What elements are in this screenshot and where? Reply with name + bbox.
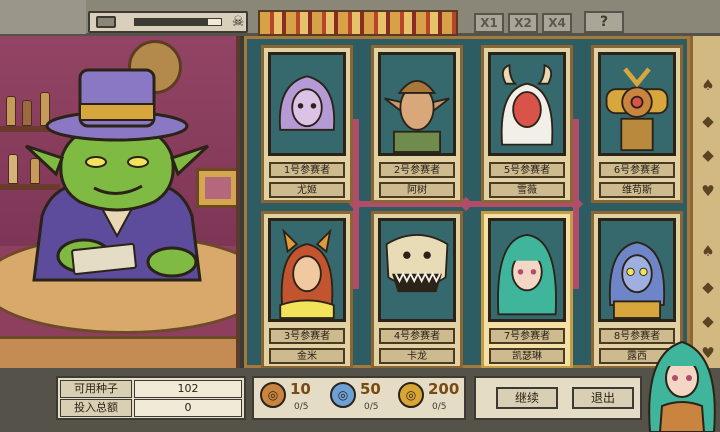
bronze-chip-icon: ◎ [260,382,286,408]
bet-row: 投入总额 0 [60,399,242,417]
chip-200-button[interactable]: ◎ 200 0/5 [396,380,464,416]
chip-10-button[interactable]: ◎ 10 0/5 [258,380,326,416]
gold-chip-icon: ◎ [398,382,424,408]
diamond-icon: ◆ [702,146,714,164]
portrait-green-hair-girl [488,218,566,322]
contestant-card[interactable]: 1号参赛者 尤姬 [261,45,353,203]
contestant-card[interactable]: 4号参赛者 卡龙 [371,211,463,369]
chip-value: 10 [290,380,311,398]
diamond-icon: ◆ [702,112,714,130]
contestant-number: 3号参赛者 [269,328,345,344]
contestant-number: 1号参赛者 [269,162,345,178]
portrait-skeleton-dragon [378,218,456,322]
portrait-eye-robot [598,52,676,156]
diamond-icon: ◆ [702,278,714,296]
player-avatar [648,340,716,432]
chip-value: 200 [428,380,460,398]
contestant-name: 尤姬 [269,182,345,198]
speed-x1-button[interactable]: X1 [474,13,504,33]
top-left-strip [0,0,86,34]
contestant-name: 凯瑟琳 [489,348,565,364]
contestant-number: 4号参赛者 [379,328,455,344]
chip-count: 0/5 [294,402,309,412]
continue-button[interactable]: 继续 [496,387,558,409]
chip-value: 50 [360,380,381,398]
top-bar: ☠ X1 X2 X4 ? [0,0,720,36]
speed-x2-button[interactable]: X2 [508,13,538,33]
bottle-icon [8,154,18,184]
chip-count: 0/5 [432,402,447,412]
progress-bar [134,18,222,26]
exit-button[interactable]: 退出 [572,387,634,409]
portrait-medusa [268,52,346,156]
table-base [0,336,236,368]
stats-panel: 可用种子 102 投入总额 0 [56,376,246,420]
contestant-card[interactable]: 6号参赛者 维苟斯 [591,45,683,203]
blue-chip-icon: ◎ [330,382,356,408]
seeds-row: 可用种子 102 [60,380,242,398]
contestant-number: 5号参赛者 [489,162,565,178]
spade-icon: ♠ [701,76,715,94]
contestant-name: 维苟斯 [599,182,675,198]
contestant-card[interactable]: 5号参赛者 雪薇 [481,45,573,203]
heart-icon: ♥ [701,182,715,200]
contestant-number: 6号参赛者 [599,162,675,178]
banner-ornament [258,10,458,36]
menu-icon[interactable] [96,16,116,28]
portrait-blue-alien [598,218,676,322]
spade-icon: ♠ [701,242,715,260]
skull-icon[interactable]: ☠ [228,14,248,30]
speed-x4-button[interactable]: X4 [542,13,572,33]
bottle-icon [6,96,16,126]
portrait-elf [378,52,456,156]
bet-label: 投入总额 [60,399,132,417]
contestant-number: 2号参赛者 [379,162,455,178]
tournament-board: 1号参赛者 尤姬 2号参赛者 阿树 5号参赛者 雪薇 6号参赛者 维苟斯 3号参… [244,36,690,369]
progress-fill [135,19,209,25]
contestant-card[interactable]: 2号参赛者 阿树 [371,45,463,203]
progress-panel [88,11,248,33]
dealer-scene [0,36,240,368]
portrait-horned-girl [488,52,566,156]
contestant-name: 卡龙 [379,348,455,364]
contestant-name: 雪薇 [489,182,565,198]
contestant-card[interactable]: 3号参赛者 金米 [261,211,353,369]
diamond-icon: ◆ [702,312,714,330]
chips-panel: ◎ 10 0/5 ◎ 50 0/5 ◎ 200 0/5 [252,376,466,420]
suit-strip: ♠ ◆ ◆ ♥ ♠ ◆ ◆ ♥ [690,36,720,368]
seeds-value: 102 [134,380,242,398]
contestant-number: 7号参赛者 [489,328,565,344]
contestant-name: 阿树 [379,182,455,198]
bet-value: 0 [134,399,242,417]
help-button[interactable]: ? [584,11,624,33]
actions-panel: 继续 退出 [474,376,642,420]
contestant-card-selected[interactable]: 7号参赛者 凯瑟琳 [481,211,573,369]
chip-50-button[interactable]: ◎ 50 0/5 [328,380,396,416]
seeds-label: 可用种子 [60,380,132,398]
contestant-name: 金米 [269,348,345,364]
chip-count: 0/5 [364,402,379,412]
portrait-fox-girl [268,218,346,322]
